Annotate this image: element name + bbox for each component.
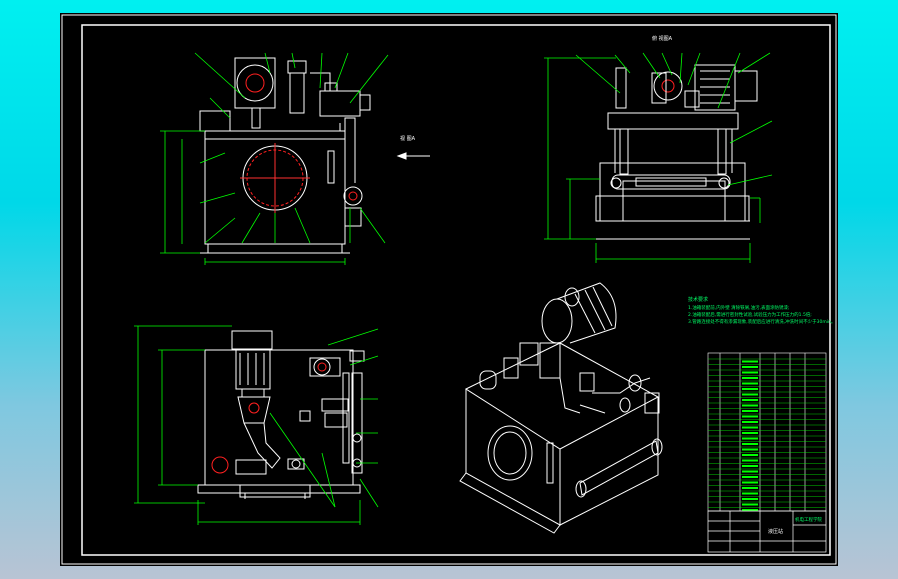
technical-requirements: 技术要求 1.油箱装配前,内外壁 清除铁屑,油污,表面涂防锈漆; 2.油箱装配后… xyxy=(688,296,835,325)
view-label-top: 俯 视图A xyxy=(652,35,673,42)
tech-req-line: 3.管路连接处不得有渗漏现象,装配后应进行清洗,冲洗时间不少于30min。 xyxy=(688,318,835,325)
cad-drawing: 技术要求 1.油箱装配前,内外壁 清除铁屑,油污,表面涂防锈漆; 2.油箱装配后… xyxy=(61,14,837,565)
tech-req-line: 1.油箱装配前,内外壁 清除铁屑,油污,表面涂防锈漆; xyxy=(688,304,790,311)
view-label-front: 视 图A xyxy=(400,135,416,142)
drawing-sheet: 技术要求 1.油箱装配前,内外壁 清除铁屑,油污,表面涂防锈漆; 2.油箱装配后… xyxy=(60,13,838,566)
parts-list-rows xyxy=(708,358,826,511)
tech-req-line: 2.油箱装配后,需进行密封性试验,试验压力为工作压力的1.5倍; xyxy=(688,311,812,318)
title-block-subtitle: 机电工程学院 xyxy=(795,516,822,523)
front-view-dimensions xyxy=(160,52,389,265)
isometric-view xyxy=(459,282,663,534)
tech-req-title: 技术要求 xyxy=(688,296,708,303)
parts-list xyxy=(707,352,827,512)
front-view xyxy=(199,57,430,254)
inner-border xyxy=(81,24,831,556)
top-view xyxy=(197,330,365,499)
side-view-dimensions xyxy=(544,52,773,263)
title-block-title: 液压站 xyxy=(768,528,783,535)
side-view xyxy=(595,64,758,240)
